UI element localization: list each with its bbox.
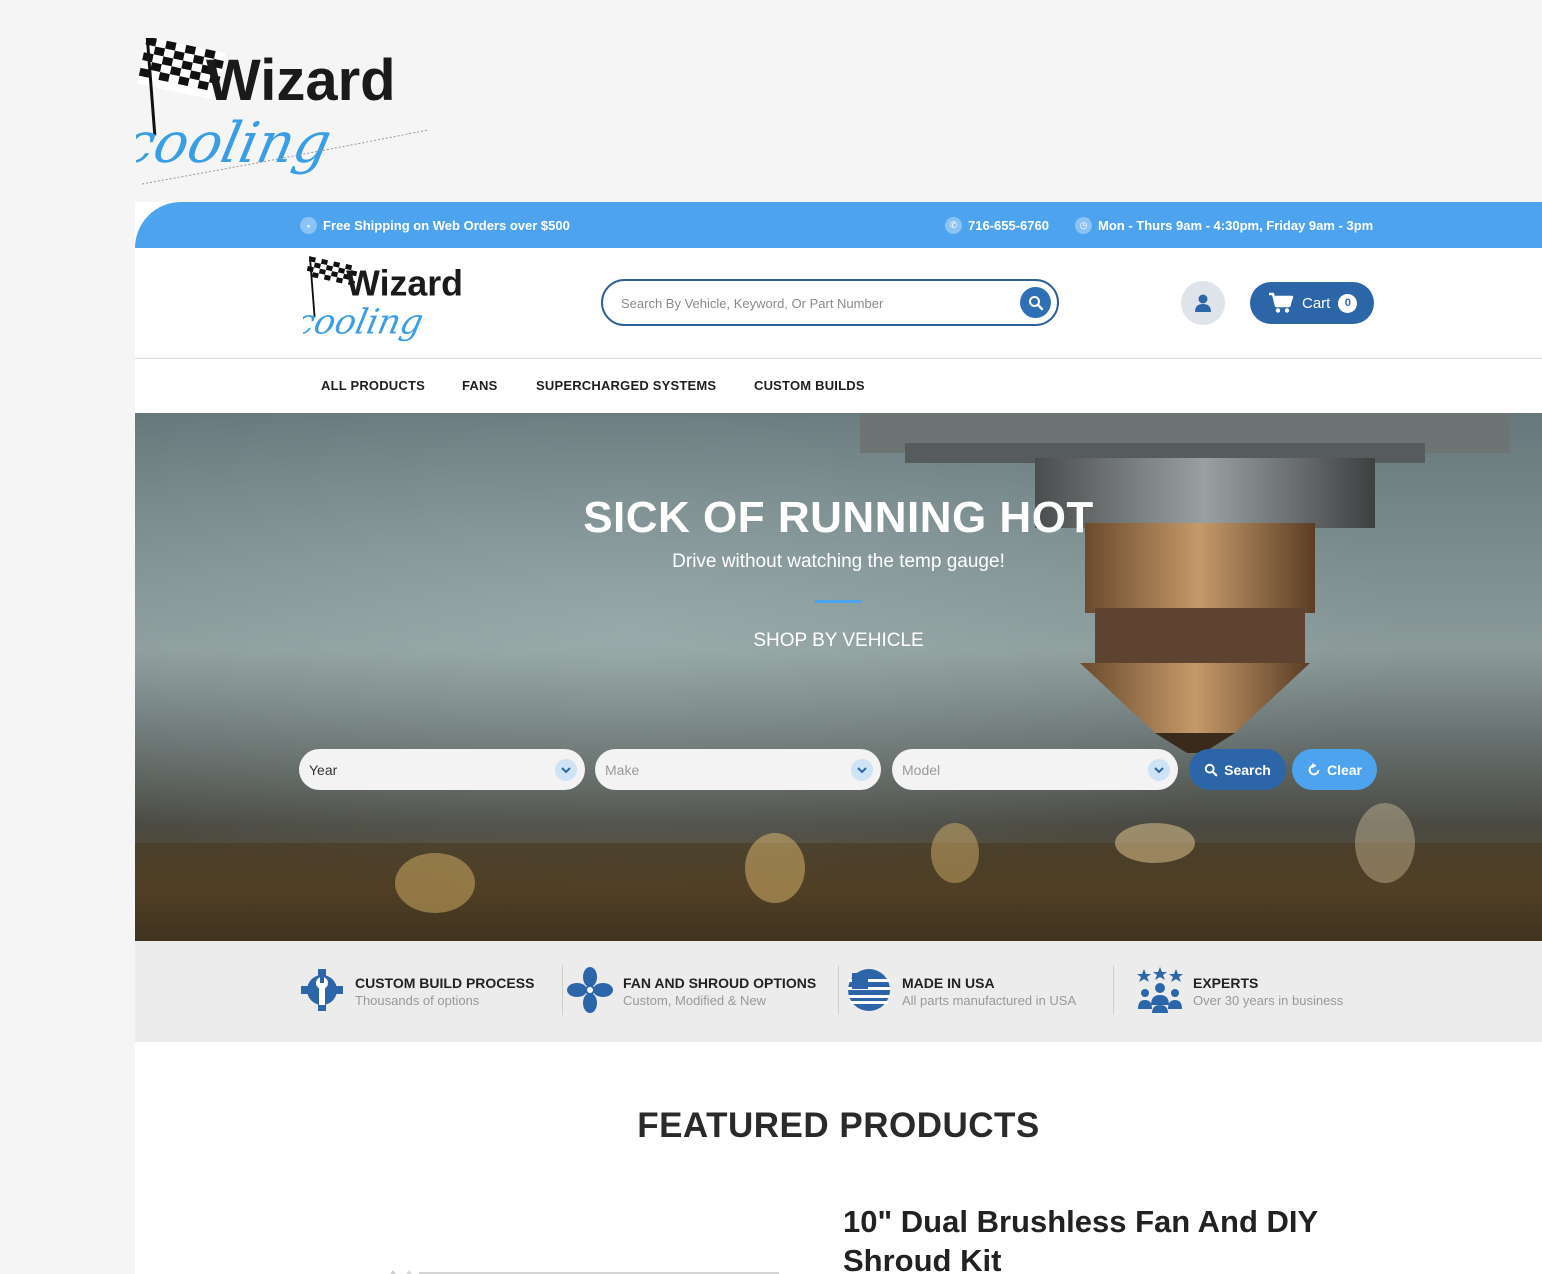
feature-subtitle: Custom, Modified & New xyxy=(623,993,767,1008)
free-shipping-notice: ▪ Free Shipping on Web Orders over $500 xyxy=(300,217,570,234)
make-select[interactable]: Make xyxy=(595,749,881,790)
featured-products-heading: FEATURED PRODUCTS xyxy=(637,1106,1040,1145)
header-logo[interactable]: Wizard cooling xyxy=(291,256,488,351)
site-search xyxy=(601,279,1059,326)
feature-experts: EXPERTS Over 30 years in business xyxy=(1137,967,1343,1013)
clock-icon: ◷ xyxy=(1075,217,1092,234)
svg-text:Wizard: Wizard xyxy=(346,263,463,303)
feature-subtitle: Over 30 years in business xyxy=(1193,993,1344,1008)
feature-fan-shroud: FAN AND SHROUD OPTIONS Custom, Modified … xyxy=(567,967,816,1013)
fan-icon xyxy=(567,967,613,1013)
phone-icon: ✆ xyxy=(945,217,962,234)
svg-text:cooling: cooling xyxy=(136,111,337,176)
year-select[interactable]: Year xyxy=(299,749,585,790)
cart-count-badge: 0 xyxy=(1338,293,1358,313)
cart-button[interactable]: Cart 0 xyxy=(1250,282,1374,324)
usa-flag-icon xyxy=(848,969,890,1011)
site-header: Wizard cooling Search By Vehicle, Keywor… xyxy=(135,248,1542,359)
truck-icon: ▪ xyxy=(300,217,317,234)
hero-banner: SICK OF RUNNING HOT Drive without watchi… xyxy=(135,413,1542,941)
features-strip: CUSTOM BUILD PROCESS Thousands of option… xyxy=(135,941,1542,1042)
product-image[interactable] xyxy=(375,1262,795,1274)
cart-label: Cart xyxy=(1302,294,1331,312)
feature-title: EXPERTS xyxy=(1193,975,1259,991)
svg-text:Wizard: Wizard xyxy=(206,48,396,113)
nav-item-supercharged-systems[interactable]: SUPERCHARGED SYSTEMS xyxy=(536,378,716,393)
site-logo[interactable]: Wizard cooling xyxy=(117,36,436,188)
feature-subtitle: Thousands of options xyxy=(355,993,480,1008)
search-button[interactable] xyxy=(1020,287,1051,318)
clear-button[interactable]: Clear xyxy=(1292,749,1377,790)
nav-item-fans[interactable]: FANS xyxy=(462,378,497,393)
feature-divider xyxy=(562,965,563,1015)
gear-wrench-icon xyxy=(301,969,343,1011)
phone-number: 716-655-6760 xyxy=(968,218,1049,233)
phone-link[interactable]: ✆ 716-655-6760 xyxy=(945,217,1049,234)
feature-subtitle: All parts manufactured in USA xyxy=(902,993,1077,1008)
wizard-logo-icon: Wizard cooling xyxy=(117,36,429,185)
page-frame: ▪ Free Shipping on Web Orders over $500 … xyxy=(135,202,1542,1274)
search-input[interactable] xyxy=(621,292,1001,314)
chevron-down-icon xyxy=(1148,759,1170,781)
clear-label: Clear xyxy=(1326,761,1363,778)
cart-icon xyxy=(1269,292,1294,313)
hero-divider xyxy=(815,600,861,603)
feature-title: FAN AND SHROUD OPTIONS xyxy=(623,975,817,991)
top-info-bar: ▪ Free Shipping on Web Orders over $500 … xyxy=(135,202,1542,248)
main-nav: ALL PRODUCTS FANS SUPERCHARGED SYSTEMS C… xyxy=(135,359,1542,413)
model-select[interactable]: Model xyxy=(892,749,1178,790)
feature-title: MADE IN USA xyxy=(902,975,995,991)
make-select-value: Make xyxy=(605,761,640,778)
vehicle-search-label: Search xyxy=(1224,761,1271,778)
hours-text: Mon - Thurs 9am - 4:30pm, Friday 9am - 3… xyxy=(1098,218,1374,233)
feature-custom-build: CUSTOM BUILD PROCESS Thousands of option… xyxy=(299,967,534,1013)
account-button[interactable] xyxy=(1181,281,1225,325)
nav-item-all-products[interactable]: ALL PRODUCTS xyxy=(321,378,425,393)
search-icon xyxy=(1204,763,1218,776)
nav-item-custom-builds[interactable]: CUSTOM BUILDS xyxy=(754,378,865,393)
wizard-logo-icon: Wizard cooling xyxy=(291,256,463,343)
chevron-down-icon xyxy=(851,759,873,781)
feature-made-in-usa: MADE IN USA All parts manufactured in US… xyxy=(846,967,1076,1013)
hero-subtitle: Drive without watching the temp gauge! xyxy=(672,551,1005,572)
user-icon xyxy=(1195,294,1211,312)
feature-divider xyxy=(1113,965,1114,1015)
business-hours: ◷ Mon - Thurs 9am - 4:30pm, Friday 9am -… xyxy=(1075,217,1373,234)
product-title[interactable]: 10" Dual Brushless Fan And DIY Shroud Ki… xyxy=(843,1202,1363,1274)
feature-divider xyxy=(838,965,839,1015)
svg-text:cooling: cooling xyxy=(303,303,427,343)
free-shipping-text: Free Shipping on Web Orders over $500 xyxy=(323,218,570,233)
chevron-down-icon xyxy=(555,759,577,781)
shop-by-vehicle-heading: SHOP BY VEHICLE xyxy=(753,630,924,651)
team-stars-icon xyxy=(1137,967,1183,1013)
search-icon xyxy=(1028,295,1043,310)
reset-icon xyxy=(1308,762,1320,775)
vehicle-search-button[interactable]: Search xyxy=(1189,749,1286,790)
year-select-value: Year xyxy=(309,761,338,778)
feature-title: CUSTOM BUILD PROCESS xyxy=(355,975,535,991)
model-select-value: Model xyxy=(902,761,941,778)
hero-title: SICK OF RUNNING HOT xyxy=(583,493,1094,542)
